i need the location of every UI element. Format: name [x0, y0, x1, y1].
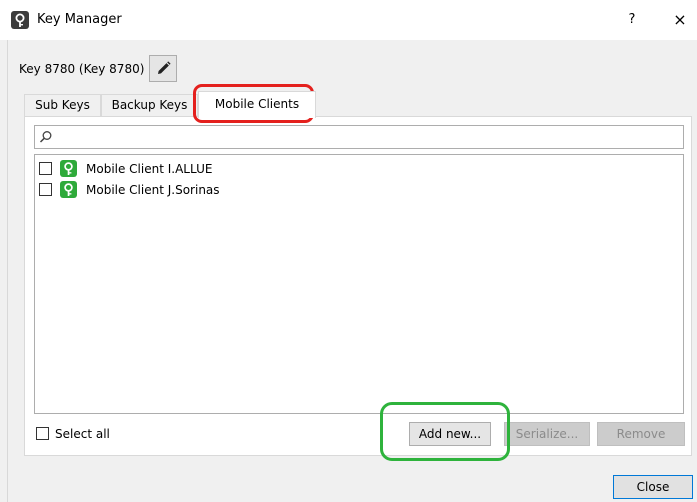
item-checkbox[interactable] [39, 183, 52, 196]
serialize-button[interactable]: Serialize... [504, 422, 590, 446]
list-item[interactable]: Mobile Client I.ALLUE [39, 159, 439, 179]
search-input[interactable] [57, 128, 681, 148]
list-item-label: Mobile Client I.ALLUE [86, 162, 213, 176]
window-title: Key Manager [37, 12, 122, 27]
tab-bar: Sub Keys Backup Keys Mobile Clients [24, 91, 324, 118]
help-button[interactable]: ? [620, 8, 644, 32]
title-bar: Key Manager ? × [0, 0, 697, 40]
mobile-key-icon [60, 160, 77, 177]
edit-key-button[interactable] [149, 55, 177, 82]
close-button[interactable]: Close [613, 475, 693, 499]
close-window-button[interactable]: × [668, 8, 692, 32]
pencil-icon [158, 61, 171, 74]
select-all-label: Select all [55, 427, 110, 441]
window-border [7, 40, 8, 502]
key-manager-window: Key Manager ? × Key 8780 (Key 8780) Sub … [0, 0, 697, 502]
select-all-checkbox[interactable] [36, 427, 49, 440]
highlight-annotation-green [380, 402, 510, 461]
tab-sub-keys[interactable]: Sub Keys [24, 94, 101, 117]
key-icon [11, 11, 29, 29]
tab-mobile-clients[interactable]: Mobile Clients [198, 91, 316, 118]
remove-button[interactable]: Remove [597, 422, 685, 446]
search-box[interactable] [34, 125, 684, 149]
list-item[interactable]: Mobile Client J.Sorinas [39, 180, 439, 200]
select-all[interactable]: Select all [36, 426, 156, 442]
list-item-label: Mobile Client J.Sorinas [86, 183, 220, 197]
mobile-key-icon [60, 181, 77, 198]
item-checkbox[interactable] [39, 162, 52, 175]
key-name-label: Key 8780 (Key 8780) [19, 62, 145, 76]
mobile-clients-list: Mobile Client I.ALLUE Mobile Client J.So… [34, 154, 684, 414]
tab-backup-keys[interactable]: Backup Keys [101, 94, 198, 117]
search-icon [39, 131, 52, 143]
